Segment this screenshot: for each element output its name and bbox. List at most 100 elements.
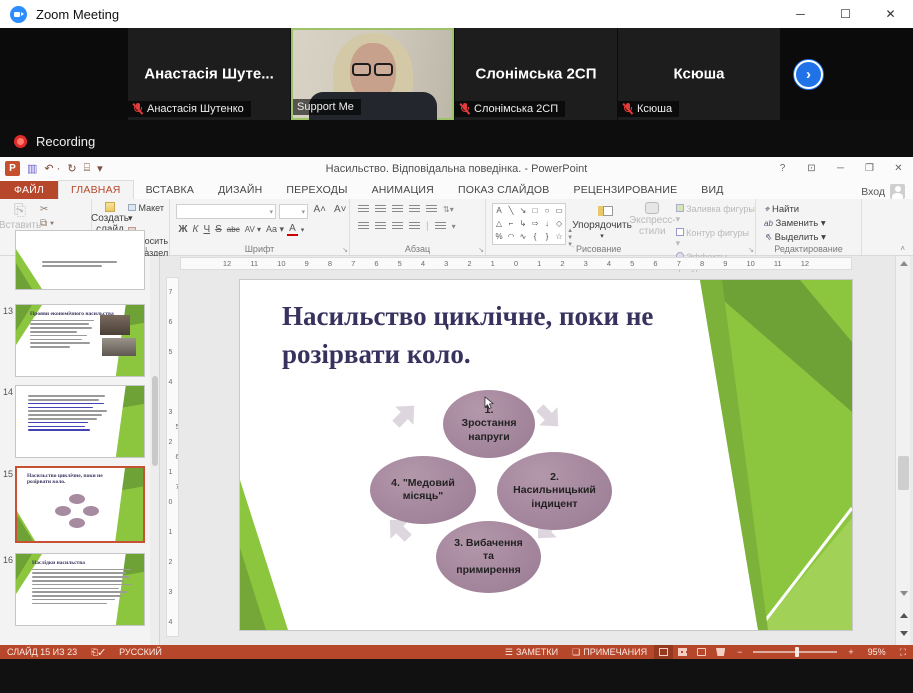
italic-button[interactable]: К [190,224,201,235]
scroll-up-button[interactable] [896,256,911,271]
thumbnail-slide-15-selected[interactable]: Насильство циклічне, поки не розірвати к… [15,466,145,543]
view-slide-sorter-button[interactable] [673,645,692,659]
zoom-out-button[interactable]: − [730,645,749,659]
zoom-slider-thumb[interactable] [795,647,799,657]
comments-toggle[interactable]: ❏ПРИМЕЧАНИЯ [565,645,654,659]
align-left-icon[interactable] [358,222,369,231]
tab-insert[interactable]: ВСТАВКА [134,181,206,199]
decrease-indent-icon[interactable] [392,205,403,214]
shrink-font-icon[interactable]: A˅ [331,204,349,219]
start-slideshow-icon[interactable]: ⌸ [84,162,91,175]
change-case-button[interactable]: Aa ▾ [264,224,287,235]
font-color-button[interactable]: А [287,223,299,236]
zoom-minimize-button[interactable]: ─ [778,0,823,28]
numbering-icon[interactable] [375,205,386,214]
bullets-icon[interactable] [358,205,369,214]
tab-design[interactable]: ДИЗАЙН [206,181,274,199]
ppt-close-button[interactable]: ✕ [884,157,913,180]
text-direction-icon[interactable]: ⇅▾ [443,205,454,214]
thumbnail-scrollbar[interactable] [150,256,159,645]
previous-slide-button[interactable] [896,608,911,623]
participant-tile-2-video[interactable]: Support Me [291,28,454,120]
font-size-combobox[interactable]: ▾ [279,204,308,219]
underline-button[interactable]: Ч [201,224,213,235]
cycle-step-4[interactable]: 4. "Медовий місяць" [370,456,476,524]
align-center-icon[interactable] [375,222,386,231]
layout-button[interactable]: Макет ▾ [128,203,169,224]
find-button[interactable]: ⌖ Найти [764,204,861,215]
participant-tile-1[interactable]: Анастасія Шуте... Анастасія Шутенко [128,28,290,120]
scroll-down-button[interactable] [896,586,911,601]
participant-tile-4[interactable]: Ксюша Ксюша [618,28,780,120]
slide-counter[interactable]: СЛАЙД 15 ИЗ 23 [0,645,84,659]
thumbnail-slide-16[interactable]: Наслідки насильства [15,553,145,626]
fit-to-window-icon[interactable]: ⛶ [893,645,913,659]
bold-button[interactable]: Ж [176,224,190,235]
strikethrough-button[interactable]: S [213,224,225,235]
shapes-gallery[interactable]: A╲↘□○▭ △⌐↳⇨↓◇ %◠∿{}☆ [492,203,566,245]
columns-icon[interactable] [435,222,446,231]
save-icon[interactable]: ▥ [27,162,37,175]
thumbnail-slide-14[interactable] [15,385,145,458]
justify-icon[interactable] [409,222,420,231]
font-name-combobox[interactable]: ▾ [176,204,276,219]
language-indicator[interactable]: РУССКИЙ [112,645,169,659]
smartart-convert-icon[interactable]: ▾ [452,222,456,231]
participant-tile-3[interactable]: Слонімська 2СП Слонімська 2СП [455,28,617,120]
ppt-minimize-button[interactable]: ─ [826,157,855,180]
notes-toggle[interactable]: ☰ЗАМЕТКИ [498,645,565,659]
thumbnail-slide-13[interactable]: Прояви економічного насильства [15,304,145,377]
zoom-level[interactable]: 95% [861,645,893,659]
spellcheck-icon[interactable]: ⎗✓ [84,645,112,659]
text-shadow-button[interactable]: abc [224,225,242,234]
slide-canvas[interactable]: Насильство циклічне, поки не розірвати к… [240,280,852,630]
slide-vertical-scrollbar[interactable] [895,256,910,645]
ppt-restore-button[interactable]: ❐ [855,157,884,180]
copy-icon[interactable]: ⧉ ▾ [40,218,54,229]
slide-title[interactable]: Насильство циклічне, поки не розірвати к… [282,298,772,374]
horizontal-ruler[interactable]: 12 11 10 9 8 7 6 5 4 3 2 1 0 1 2 3 4 5 6… [180,257,852,270]
tab-animations[interactable]: АНИМАЦИЯ [360,181,446,199]
line-spacing-icon[interactable] [426,205,437,214]
view-reading-button[interactable] [692,645,711,659]
tab-slideshow[interactable]: ПОКАЗ СЛАЙДОВ [446,181,562,199]
ppt-help-button[interactable]: ? [768,157,797,180]
replace-button[interactable]: ab Заменить ▾ [764,218,861,229]
next-participants-button[interactable]: › [794,60,823,89]
tab-review[interactable]: РЕЦЕНЗИРОВАНИЕ [562,181,690,199]
shape-fill-button[interactable]: Заливка фигуры ▾ [676,204,755,225]
cycle-step-2[interactable]: 2. Насильницький індицент [497,452,612,530]
view-normal-button[interactable] [654,645,673,659]
cycle-step-3[interactable]: 3. Вибачення та примирення [436,521,541,593]
font-dialog-launcher[interactable]: ↘ [342,246,348,254]
drawing-dialog-launcher[interactable]: ↘ [748,246,754,254]
zoom-in-button[interactable]: + [841,645,860,659]
thumbnail-slide-12[interactable] [15,230,145,290]
next-slide-button[interactable] [896,626,911,641]
tab-file[interactable]: ФАЙЛ [0,181,58,199]
customize-qat-icon[interactable]: ▾ [97,162,103,175]
shapes-scroll-down[interactable]: ▼ [567,235,573,241]
sign-in[interactable]: Вход [861,184,913,199]
vertical-ruler[interactable]: 7 6 5 4 3 2 1 0 1 2 3 4 5 6 7 [166,277,179,637]
increase-indent-icon[interactable] [409,205,420,214]
recording-indicator[interactable]: Recording [14,134,95,149]
ribbon-display-options-button[interactable]: ⊡ [797,157,826,180]
grow-font-icon[interactable]: A˄ [311,204,329,219]
collapse-ribbon-icon[interactable]: ˄ [900,244,905,253]
align-right-icon[interactable] [392,222,403,231]
view-slideshow-button[interactable] [711,645,730,659]
cut-icon[interactable]: ✂ [40,204,54,215]
select-button[interactable]: ⇖ Выделить ▾ [764,232,861,243]
tab-view[interactable]: ВИД [689,181,735,199]
paragraph-dialog-launcher[interactable]: ↘ [478,246,484,254]
redo-icon[interactable]: ↻ [67,162,76,175]
zoom-close-button[interactable]: ✕ [868,0,913,28]
font-color-arrow[interactable]: ▾ [298,226,307,234]
character-spacing-button[interactable]: AV ▾ [242,225,263,234]
undo-icon[interactable]: ↶ · [44,162,60,175]
tab-transitions[interactable]: ПЕРЕХОДЫ [274,181,359,199]
scroll-thumb[interactable] [898,456,909,490]
tab-home[interactable]: ГЛАВНАЯ [58,180,134,199]
zoom-maximize-button[interactable]: ☐ [823,0,868,28]
